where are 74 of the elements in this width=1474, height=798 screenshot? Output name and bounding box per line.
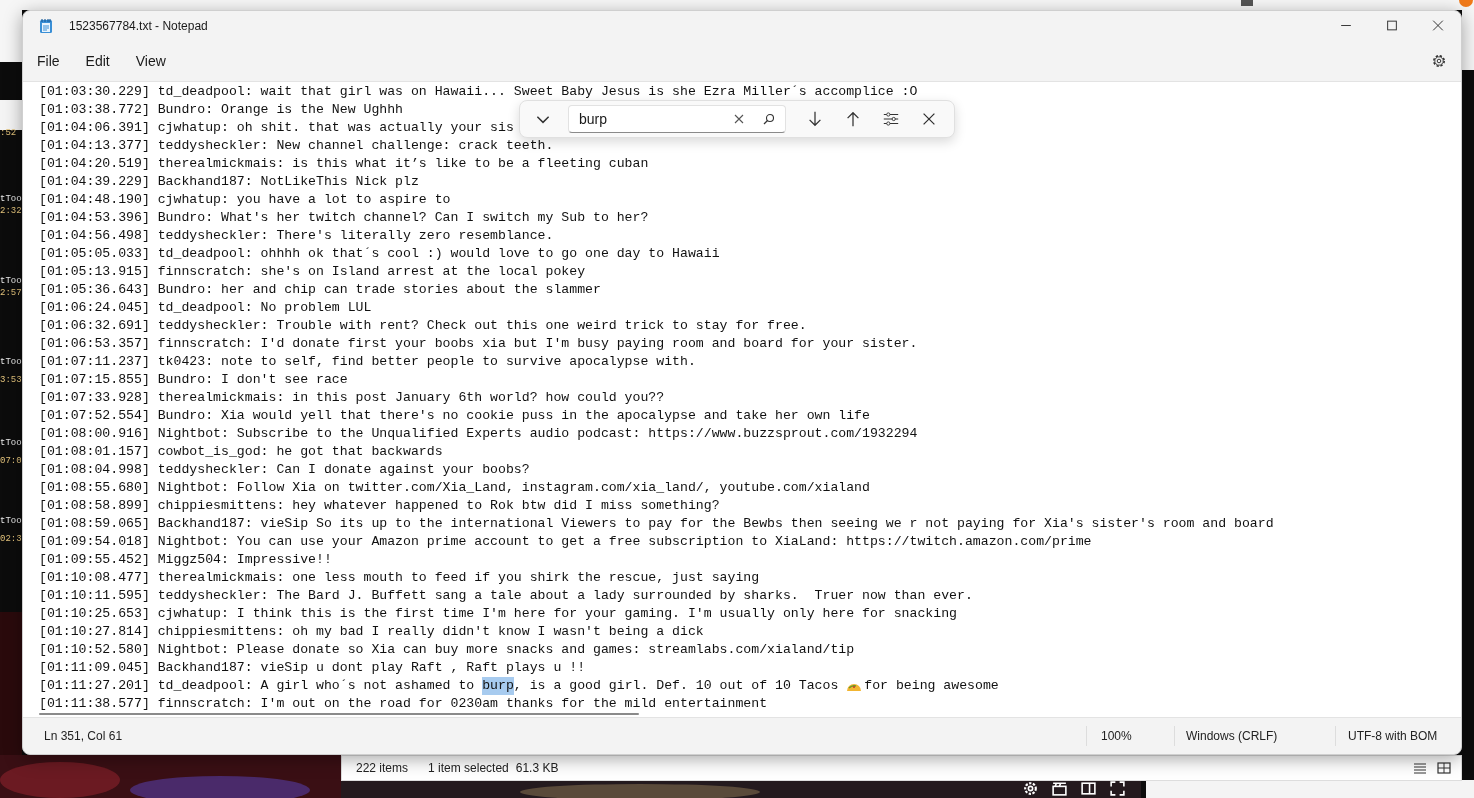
menu-item[interactable]: File	[27, 48, 70, 73]
menu-item[interactable]: Edit	[75, 48, 120, 73]
text-line: [01:04:06.391] cjwhatup: oh shit. that was actually your sis	[39, 119, 514, 137]
text-line: [01:08:58.899] chippiesmittens: hey whatever happened to Rok btw did I miss something?	[39, 497, 720, 515]
search-field[interactable]: burp	[568, 105, 786, 133]
text-line: , is a good girl. Def. 10 out of 10 Tacos	[513, 677, 840, 695]
search-match: burp	[482, 677, 514, 695]
options-icon[interactable]	[882, 110, 900, 128]
item-count: 222 items	[356, 761, 409, 775]
background-text: 2:57	[0, 288, 22, 299]
window-title: 1523567784.txt - Notepad	[69, 18, 208, 33]
text-line: [01:05:13.915] finnscratch: she's on Island arrest at the local pokey	[39, 263, 586, 281]
text-line: [01:11:38.577] finnscratch: I'm out on the road for 0230am thanks for the mild entertainment	[39, 695, 768, 713]
settings-icon[interactable]	[1431, 52, 1447, 69]
text-line: [01:04:13.377] teddysheckler: New channel challenge: crack teeth.	[39, 137, 554, 155]
search-icon[interactable]	[763, 113, 775, 125]
background-text: 07:0	[0, 456, 22, 467]
background-text: 2:32	[0, 206, 22, 217]
background-text: 3:53	[0, 375, 22, 386]
clapperboard-icon[interactable]	[1051, 780, 1068, 797]
settings-icon[interactable]	[1022, 780, 1039, 797]
text-line: [01:04:48.190] cjwhatup: you have a lot to aspire to	[39, 191, 451, 209]
text-line: [01:11:09.045] Backhand187: vieSip u dont play Raft , Raft plays u !!	[39, 659, 586, 677]
background-text: tToo	[0, 276, 22, 287]
text-line: for being awesome	[864, 677, 999, 695]
tiles-view-icon[interactable]	[1437, 762, 1451, 774]
text-line: [01:11:27.201] td_deadpool: A girl who´s not ashamed to	[39, 677, 476, 695]
background-text: tToo	[0, 438, 22, 449]
text-line: [01:06:24.045] td_deadpool: No problem LUL	[39, 299, 372, 317]
arrow-up-icon[interactable]	[844, 110, 862, 128]
text-line: [01:06:53.357] finnscratch: I'd donate first your boobs xia but I'm busy paying room and board for your sister.	[39, 335, 918, 353]
background-text: tToo	[0, 357, 22, 368]
background-text: tToo	[0, 194, 22, 205]
text-line: [01:04:53.396] Bundro: What's her twitch channel? Can I switch my Sub to her?	[39, 209, 649, 227]
text-line: [01:08:00.916] Nightbot: Subscribe to the Unqualified Experts audio podcast: https://www.buzzsprout.com/1932294	[39, 425, 918, 443]
text-line: [01:07:15.855] Bundro: I don't see race	[39, 371, 348, 389]
text-line: [01:03:30.229] td_deadpool: wait that girl was on Hawaii... Sweet Baby Jesus is she Ezra Miller´s accomplice :O	[39, 83, 918, 101]
notepad-icon	[39, 17, 53, 34]
text-line: [01:08:01.157] cowbot_is_god: he got that backwards	[39, 443, 443, 461]
selection-text: 1 item selected	[428, 761, 509, 775]
text-line: [01:08:55.680] Nightbot: Follow Xia on twitter.com/Xia_Land, instagram.com/xia_land/, youtube.com/xialand	[39, 479, 870, 497]
text-line: [01:08:59.065] Backhand187: vieSip So its up to the international Viewers to pay for the Bewbs then seeing we r not paying for Xia's sister's room and board	[39, 515, 1274, 533]
text-line: [01:09:54.018] Nightbot: You can use your Amazon prime account to get a free subscription to XiaLand: https://twitch.amazon.com/prime	[39, 533, 1092, 551]
text-line: [01:10:25.653] cjwhatup: I think this is the first time I'm here for your gaming. I'm usually only here for snacking	[39, 605, 957, 623]
cursor-position: Ln 351, Col 61	[44, 729, 123, 743]
encoding: UTF-8 with BOM	[1335, 726, 1461, 746]
fullscreen-icon[interactable]	[1109, 780, 1126, 797]
text-line: [01:10:08.477] therealmickmais: one less mouth to feed if you shirk the rescue, just saying	[39, 569, 760, 587]
text-line: [01:07:33.928] therealmickmais: in this post January 6th world? how could you??	[39, 389, 665, 407]
line-ending: Windows (CRLF)	[1174, 726, 1335, 746]
text-line: [01:03:38.772] Bundro: Orange is the New Ughhh	[39, 101, 404, 119]
text-line: [01:10:11.595] teddysheckler: The Bard J. Buffett sang a tale about a lady surrounded by sharks. Truer now than ever.	[39, 587, 973, 605]
text-line: [01:09:55.452] Miggz504: Impressive!!	[39, 551, 332, 569]
details-view-icon[interactable]	[1413, 762, 1427, 774]
text-line: [01:04:20.519] therealmickmais: is this what it’s like to be a fleeting cuban	[39, 155, 649, 173]
text-line: [01:10:27.814] chippiesmittens: oh my bad I really didn't know I wasn't being a dick	[39, 623, 704, 641]
text-line: [01:05:36.643] Bundro: her and chip can trade stories about the slammer	[39, 281, 601, 299]
text-line: [01:05:05.033] td_deadpool: ohhhh ok that´s cool :) would love to go one day to Hawaii	[39, 245, 720, 263]
background-text: tToo	[0, 516, 22, 527]
text-line: [01:08:04.998] teddysheckler: Can I donate against your boobs?	[39, 461, 530, 479]
text-line: [01:04:39.229] Backhand187: NotLikeThis Nick plz	[39, 173, 419, 191]
text-line: [01:07:52.554] Bundro: Xia would yell that there's no cookie puss in the apocalypse and take her own life	[39, 407, 870, 425]
text-line: [01:10:52.580] Nightbot: Please donate so Xia can buy more snacks and games: streamlabs.com/xialand/tip	[39, 641, 855, 659]
text-line: [01:06:32.691] teddysheckler: Trouble with rent? Check out this one weird trick to stay for free.	[39, 317, 807, 335]
text-line: [01:07:11.237] tk0423: note to self, find better people to survive apocalypse with.	[39, 353, 696, 371]
clear-icon[interactable]	[733, 113, 745, 125]
file-size: 61.3 KB	[515, 761, 559, 775]
background-text: 02:3	[0, 534, 22, 545]
split-view-icon[interactable]	[1080, 780, 1097, 797]
zoom-level: 100%	[1086, 726, 1174, 746]
arrow-down-icon[interactable]	[806, 110, 824, 128]
menu-item[interactable]: View	[125, 48, 176, 73]
text-line: [01:04:56.498] teddysheckler: There's literally zero resemblance.	[39, 227, 554, 245]
background-text: :52	[0, 128, 17, 139]
